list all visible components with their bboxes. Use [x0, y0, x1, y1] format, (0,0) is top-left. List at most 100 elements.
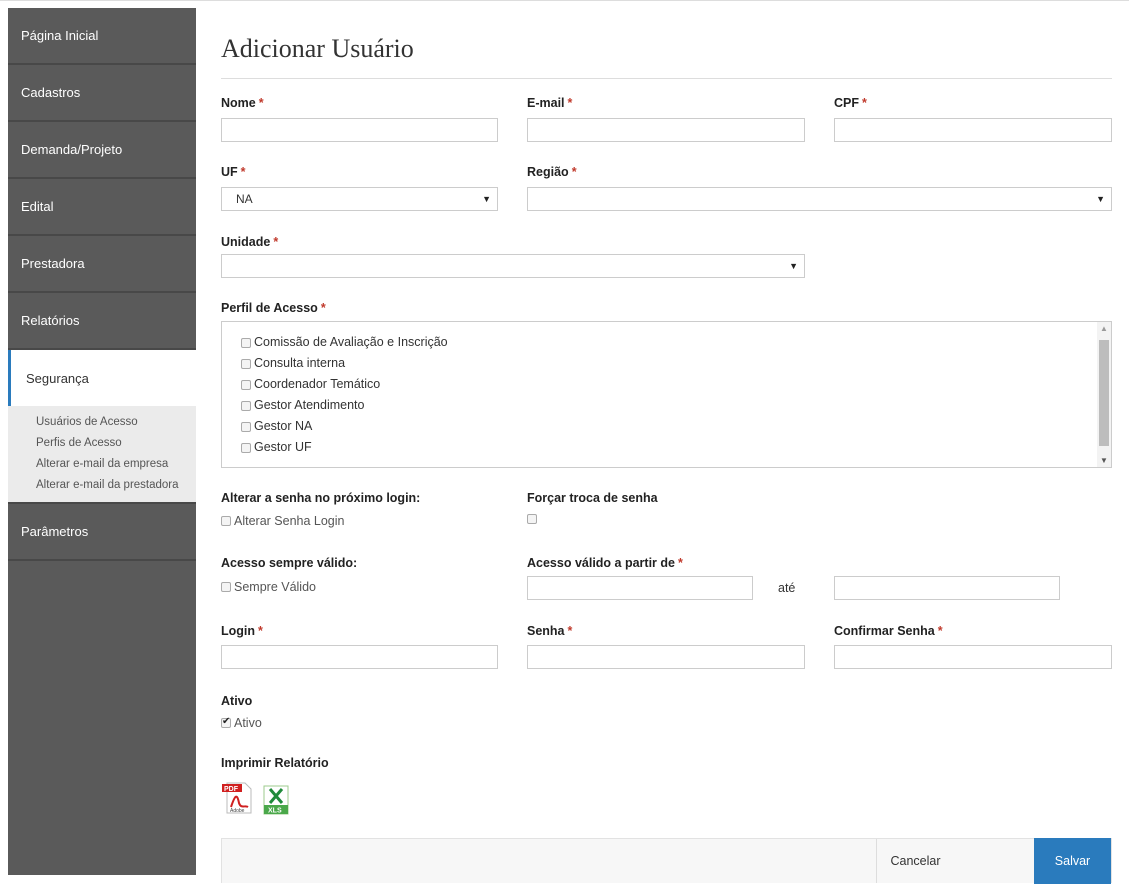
page-title: Adicionar Usuário — [221, 34, 414, 63]
sidebar-item-cadastros[interactable]: Cadastros — [8, 65, 196, 122]
sidebar-item-label: Relatórios — [21, 313, 80, 328]
sidebar-item-label: Cadastros — [21, 85, 81, 100]
login-label: Login * — [221, 624, 263, 638]
chevron-down-icon: ▼ — [1096, 194, 1105, 204]
perfil-listbox: Comissão de Avaliação e Inscrição Consul… — [221, 321, 1112, 468]
alterar-senha-checkbox-row[interactable]: Alterar Senha Login — [221, 514, 345, 528]
required-mark: * — [567, 96, 573, 110]
required-mark: * — [937, 624, 943, 638]
ativo-label: Ativo — [221, 694, 253, 708]
pdf-icon-brand: Adobe — [230, 808, 245, 814]
forcar-troca-label: Forçar troca de senha — [527, 491, 658, 505]
acesso-valido-to-field[interactable] — [834, 576, 1060, 600]
chevron-down-icon: ▼ — [789, 261, 798, 271]
email-field[interactable] — [527, 118, 805, 142]
sidebar-item-label: Parâmetros — [21, 524, 89, 539]
sempre-valido-checkbox[interactable] — [221, 582, 231, 592]
form-footer: Cancelar Salvar — [221, 838, 1112, 884]
required-mark: * — [862, 96, 867, 110]
perfil-option[interactable]: Gestor UF — [241, 437, 1111, 458]
xls-icon-text: XLS — [268, 808, 282, 815]
required-mark: * — [240, 165, 246, 179]
forcar-troca-checkbox[interactable] — [527, 514, 537, 524]
email-label: E-mail * — [527, 96, 573, 110]
perfil-option[interactable]: Gestor Atendimento — [241, 395, 1111, 416]
required-mark: * — [677, 556, 683, 570]
sidebar: Página Inicial Cadastros Demanda/Projeto… — [8, 8, 196, 875]
acesso-valido-label: Acesso válido a partir de * — [527, 556, 683, 570]
submenu-item-usuarios-acesso[interactable]: Usuários de Acesso — [8, 412, 196, 433]
sidebar-item-label: Edital — [21, 199, 54, 214]
sidebar-item-prestadora[interactable]: Prestadora — [8, 236, 196, 293]
perfil-options: Comissão de Avaliação e Inscrição Consul… — [222, 322, 1111, 458]
ate-label: até — [778, 581, 796, 595]
alterar-senha-checkbox[interactable] — [221, 516, 231, 526]
submenu-item-perfis-acesso[interactable]: Perfis de Acesso — [8, 433, 196, 454]
sidebar-item-seguranca[interactable]: Segurança — [8, 350, 196, 406]
confirmar-senha-field[interactable] — [834, 645, 1112, 669]
senha-field[interactable] — [527, 645, 805, 669]
sidebar-item-relatorios[interactable]: Relatórios — [8, 293, 196, 350]
sempre-valido-checkbox-row[interactable]: Sempre Válido — [221, 580, 316, 594]
perfil-option[interactable]: Coordenador Temático — [241, 374, 1111, 395]
perfil-option[interactable]: Gestor NA — [241, 416, 1111, 437]
login-field[interactable] — [221, 645, 498, 669]
checkbox[interactable] — [241, 337, 251, 348]
nome-field[interactable] — [221, 118, 498, 142]
sidebar-item-label: Página Inicial — [21, 28, 99, 43]
checkbox[interactable] — [241, 442, 251, 453]
submenu-item-alterar-email-prestadora[interactable]: Alterar e-mail da prestadora — [8, 475, 196, 496]
pdf-icon-text: PDF — [224, 786, 239, 793]
checkbox[interactable] — [241, 400, 251, 411]
checkbox[interactable] — [241, 421, 251, 432]
unidade-label: Unidade * — [221, 235, 279, 249]
listbox-scrollbar[interactable]: ▲ ▼ — [1097, 322, 1111, 467]
sidebar-item-label: Prestadora — [21, 256, 85, 271]
acesso-valido-from-field[interactable] — [527, 576, 753, 600]
ativo-checkbox[interactable] — [221, 716, 231, 728]
regiao-select[interactable]: ▼ — [527, 187, 1112, 211]
acesso-sempre-label: Acesso sempre válido: — [221, 556, 358, 570]
xls-icon[interactable]: XLS — [262, 785, 290, 815]
checkbox[interactable] — [241, 358, 251, 369]
sidebar-item-demanda-projeto[interactable]: Demanda/Projeto — [8, 122, 196, 179]
submenu-item-alterar-email-empresa[interactable]: Alterar e-mail da empresa — [8, 454, 196, 475]
perfil-label: Perfil de Acesso * — [221, 301, 326, 315]
uf-select[interactable]: NA ▼ — [221, 187, 498, 211]
imprimir-relatorio-label: Imprimir Relatório — [221, 756, 329, 770]
cpf-field[interactable] — [834, 118, 1112, 142]
alterar-senha-label: Alterar a senha no próximo login: — [221, 491, 421, 505]
cpf-label: CPF * — [834, 96, 867, 110]
forcar-troca-checkbox-row[interactable] — [527, 514, 540, 524]
nome-label: Nome * — [221, 96, 264, 110]
required-mark: * — [273, 235, 279, 249]
perfil-option[interactable]: Consulta interna — [241, 353, 1111, 374]
confirmar-senha-label: Confirmar Senha * — [834, 624, 943, 638]
scroll-thumb[interactable] — [1099, 340, 1109, 446]
scroll-down-icon[interactable]: ▼ — [1100, 456, 1108, 465]
required-mark: * — [258, 624, 263, 638]
cancel-button[interactable]: Cancelar — [876, 839, 954, 883]
unidade-select[interactable]: ▼ — [221, 254, 805, 278]
chevron-down-icon: ▼ — [482, 194, 491, 204]
sidebar-submenu-seguranca: Usuários de Acesso Perfis de Acesso Alte… — [8, 406, 196, 504]
pdf-icon[interactable]: PDF Adobe — [221, 781, 255, 815]
checkbox[interactable] — [241, 379, 251, 390]
regiao-label: Região * — [527, 165, 577, 179]
required-mark: * — [258, 96, 264, 110]
sidebar-item-pagina-inicial[interactable]: Página Inicial — [8, 8, 196, 65]
sidebar-item-parametros[interactable]: Parâmetros — [8, 504, 196, 561]
sidebar-item-edital[interactable]: Edital — [8, 179, 196, 236]
sidebar-item-label: Segurança — [26, 370, 89, 386]
save-button[interactable]: Salvar — [1034, 838, 1111, 884]
uf-select-value: NA — [236, 192, 253, 206]
title-divider — [221, 78, 1112, 79]
perfil-option[interactable]: Comissão de Avaliação e Inscrição — [241, 332, 1111, 353]
senha-label: Senha * — [527, 624, 573, 638]
uf-label: UF * — [221, 165, 246, 179]
scroll-up-icon[interactable]: ▲ — [1100, 324, 1108, 333]
ativo-checkbox-row[interactable]: Ativo — [221, 716, 262, 730]
required-mark: * — [571, 165, 577, 179]
sidebar-item-label: Demanda/Projeto — [21, 142, 123, 157]
required-mark: * — [320, 301, 326, 315]
